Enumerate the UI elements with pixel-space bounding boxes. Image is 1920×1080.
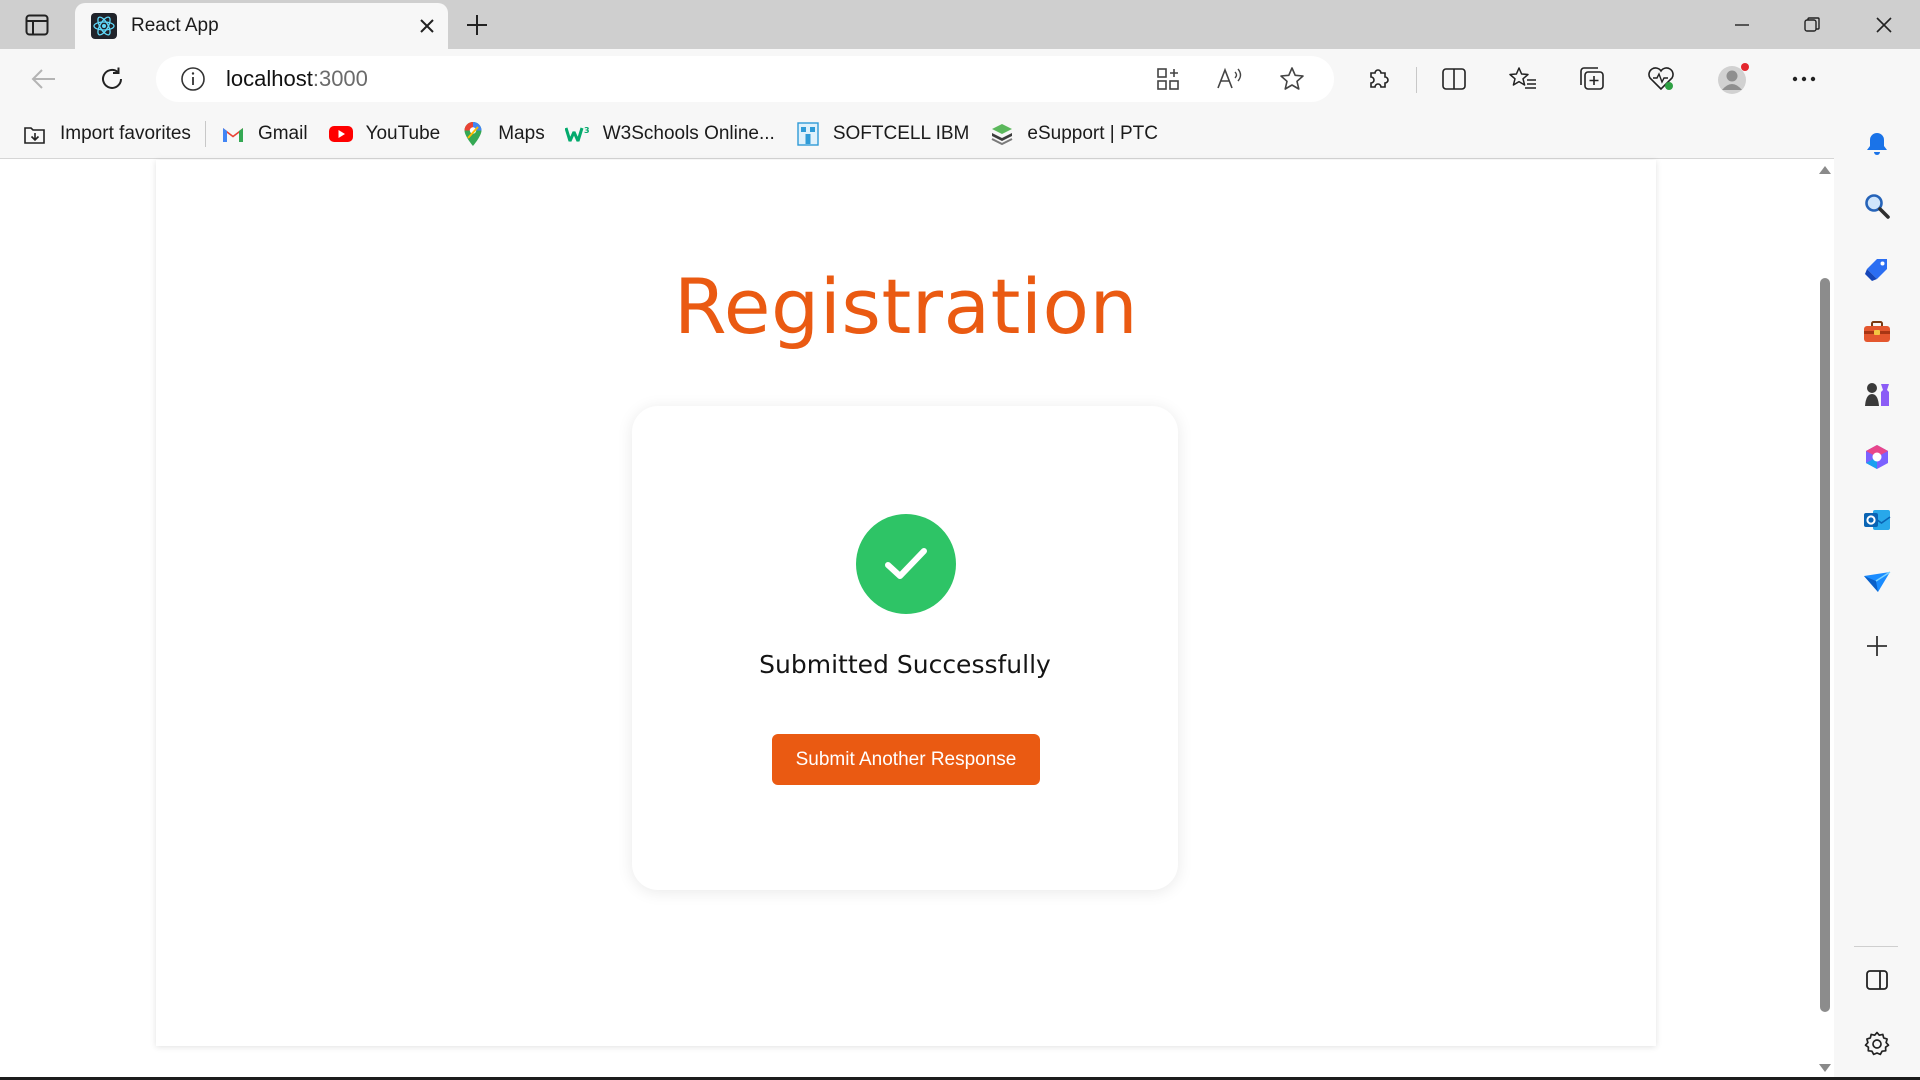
bookmark-label: SOFTCELL IBM [832, 122, 970, 144]
react-icon [91, 13, 117, 39]
import-favorites-icon [22, 121, 48, 147]
outlook-icon[interactable] [1854, 497, 1900, 543]
scroll-down-arrow-icon[interactable] [1819, 1064, 1831, 1072]
status-message: Submitted Successfully [759, 650, 1051, 679]
svg-text:3: 3 [584, 126, 590, 135]
favorite-star-icon[interactable] [1272, 59, 1312, 99]
bookmark-maps[interactable]: Maps [450, 116, 554, 152]
scroll-up-arrow-icon[interactable] [1819, 166, 1831, 174]
tab-strip: React App [0, 0, 1920, 49]
submit-another-response-button[interactable]: Submit Another Response [772, 734, 1040, 785]
tools-briefcase-icon[interactable] [1854, 309, 1900, 355]
bookmark-label: eSupport | PTC [1027, 122, 1158, 144]
new-tab-icon[interactable] [460, 8, 494, 42]
bookmark-label: Maps [498, 122, 545, 144]
split-screen-icon[interactable] [1434, 59, 1474, 99]
hide-sidebar-icon[interactable] [1854, 957, 1900, 1003]
back-icon[interactable] [24, 59, 64, 99]
more-options-icon[interactable] [1784, 59, 1824, 99]
url-text[interactable]: localhost:3000 [226, 66, 1148, 92]
page-viewport: Registration Submitted Successfully Subm… [0, 160, 1834, 1078]
search-icon[interactable] [1854, 183, 1900, 229]
scroll-thumb[interactable] [1820, 278, 1830, 1012]
gmail-icon [220, 121, 246, 147]
sidebar-divider [1854, 946, 1898, 947]
bookmark-label: YouTube [365, 122, 441, 144]
site-info-icon[interactable] [178, 64, 208, 94]
browser-toolbar: localhost:3000 [0, 49, 1920, 109]
w3schools-icon: 3 [564, 121, 591, 147]
toolbar-divider [1416, 67, 1417, 93]
esupport-icon [989, 121, 1015, 147]
favorites-bar: Import favorites Gmail YouTube Maps 3 W3… [0, 109, 1920, 159]
read-aloud-icon[interactable] [1210, 59, 1250, 99]
close-window-icon[interactable] [1856, 6, 1912, 44]
restore-icon[interactable] [1784, 6, 1840, 44]
close-tab-icon[interactable] [412, 11, 442, 41]
bookmark-separator [204, 120, 206, 147]
bookmark-gmail[interactable]: Gmail [210, 116, 318, 152]
youtube-icon [328, 121, 354, 147]
favorites-icon[interactable] [1503, 59, 1543, 99]
profile-avatar[interactable] [1713, 59, 1753, 99]
bookmark-youtube[interactable]: YouTube [318, 116, 451, 152]
softcell-icon [795, 121, 821, 147]
url-port: :3000 [312, 66, 368, 91]
drop-send-icon[interactable] [1854, 559, 1900, 605]
notifications-bell-icon[interactable] [1854, 121, 1900, 167]
tab-title: React App [131, 15, 219, 36]
bookmark-label: Gmail [257, 122, 308, 144]
maps-icon [460, 121, 486, 147]
sidebar-settings-gear-icon[interactable] [1854, 1021, 1900, 1067]
page-container: Registration Submitted Successfully Subm… [156, 160, 1656, 1046]
refresh-icon[interactable] [92, 59, 132, 99]
success-card: Submitted Successfully Submit Another Re… [632, 406, 1178, 890]
games-icon[interactable] [1854, 371, 1900, 417]
active-tab[interactable]: React App [75, 3, 448, 49]
browser-essentials-icon[interactable] [1641, 59, 1681, 99]
extensions-icon[interactable] [1358, 59, 1398, 99]
add-sidebar-app-icon[interactable] [1854, 623, 1900, 669]
success-check-icon [856, 514, 956, 614]
collections-icon[interactable] [1572, 59, 1612, 99]
shopping-tag-icon[interactable] [1854, 246, 1900, 292]
url-host: localhost [226, 66, 313, 91]
vertical-scrollbar[interactable] [1814, 160, 1834, 1078]
bookmark-import-favorites[interactable]: Import favorites [12, 116, 201, 152]
minimize-icon[interactable] [1714, 6, 1770, 44]
bookmark-softcell-ibm[interactable]: SOFTCELL IBM [785, 116, 980, 152]
page-title: Registration [673, 262, 1139, 351]
edge-sidebar [1834, 49, 1920, 1080]
microsoft-365-icon[interactable] [1854, 434, 1900, 480]
tab-actions-icon[interactable] [20, 10, 54, 40]
bookmark-label: W3Schools Online... [602, 122, 775, 144]
bookmark-esupport-ptc[interactable]: eSupport | PTC [979, 116, 1168, 152]
app-available-icon[interactable] [1148, 59, 1188, 99]
bookmark-w3schools[interactable]: 3 W3Schools Online... [555, 116, 785, 152]
address-bar[interactable]: localhost:3000 [156, 56, 1334, 102]
bookmark-label: Import favorites [60, 122, 191, 144]
